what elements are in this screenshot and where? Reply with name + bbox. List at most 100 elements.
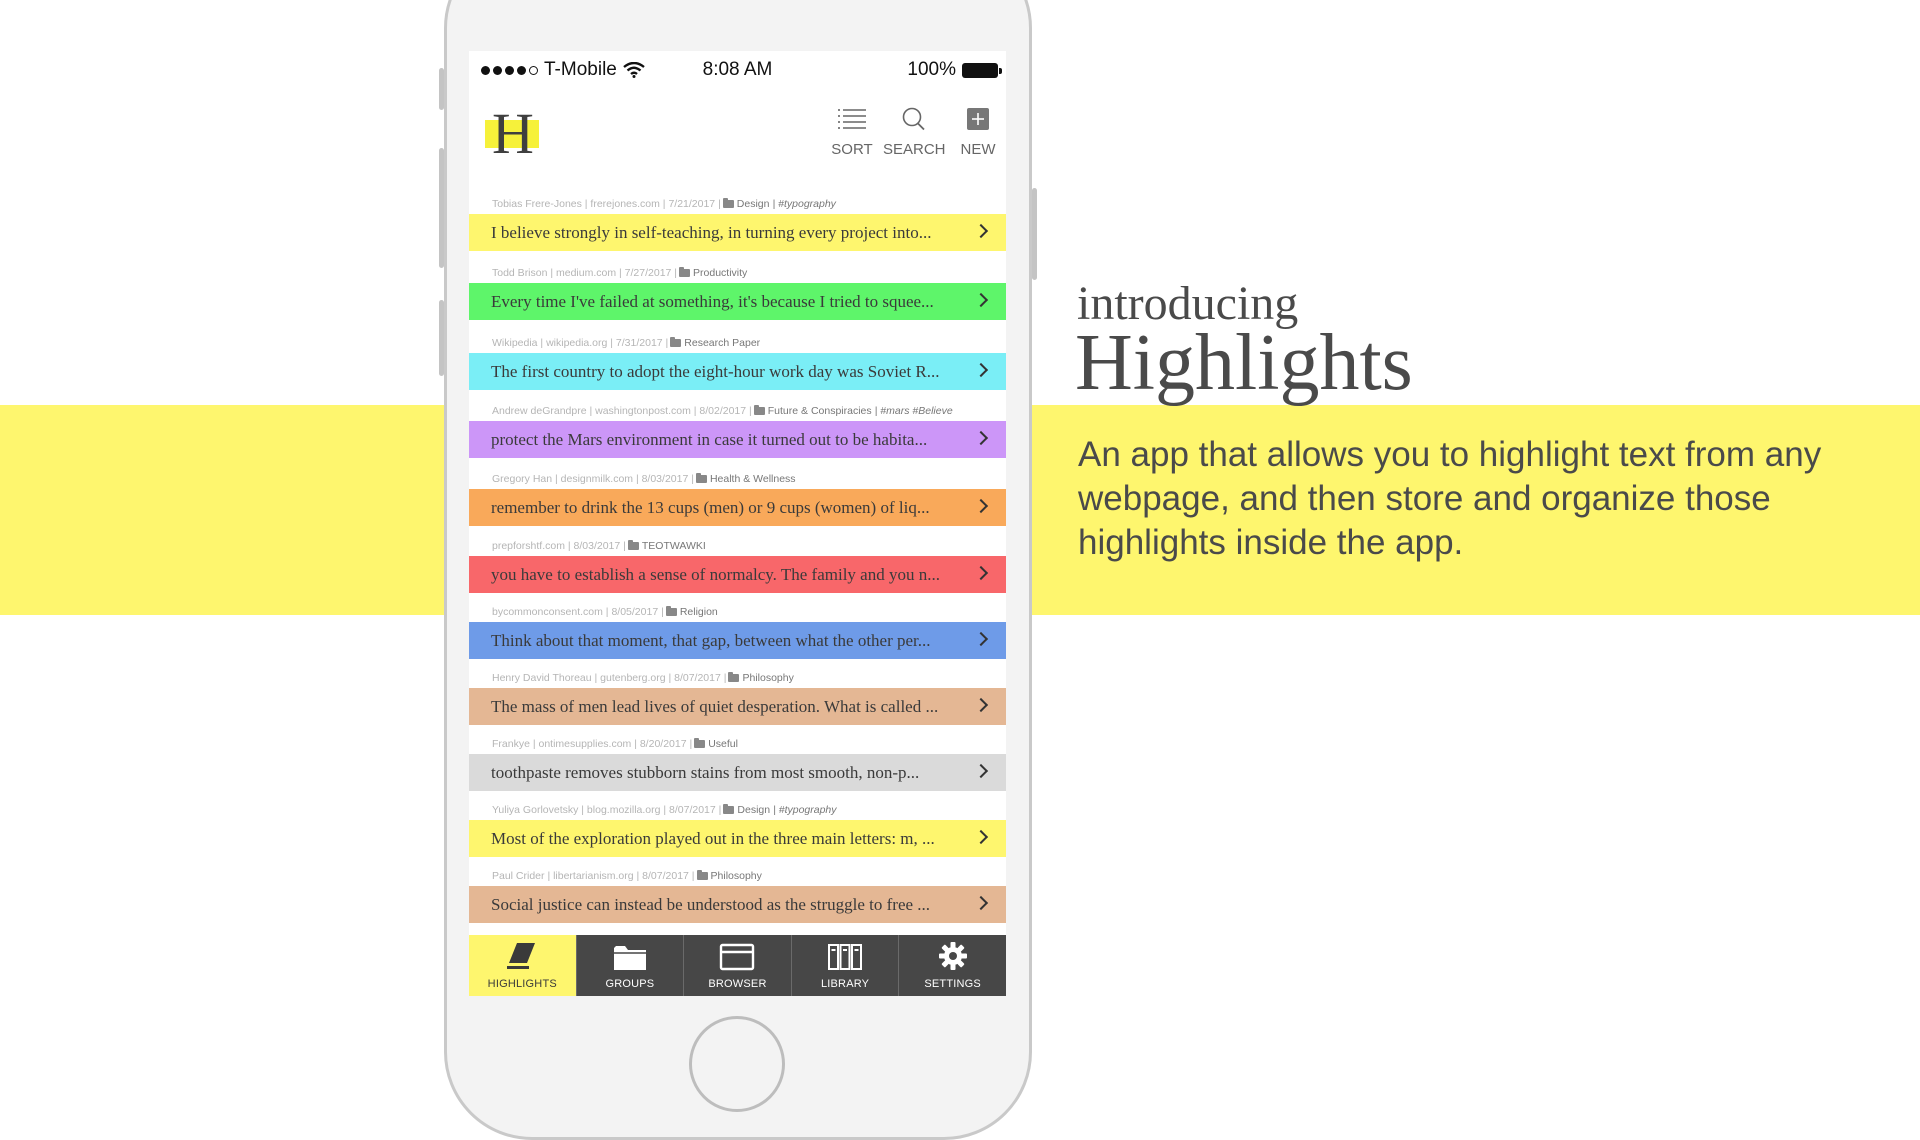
home-button[interactable] bbox=[689, 1016, 785, 1112]
folder-icon bbox=[695, 473, 707, 483]
highlight-group: Productivity bbox=[693, 267, 748, 279]
chevron-right-icon[interactable] bbox=[973, 565, 989, 581]
sort-label: SORT bbox=[831, 141, 873, 158]
logo-letter: H bbox=[492, 101, 534, 166]
highlight-row[interactable]: you have to establish a sense of normalc… bbox=[469, 556, 1006, 593]
headline-title: Highlights bbox=[1075, 319, 1413, 407]
highlight-source: Yuliya Gorlovetsky | blog.mozilla.org | … bbox=[492, 804, 722, 816]
chevron-right-icon[interactable] bbox=[973, 631, 989, 647]
folder-icon bbox=[728, 672, 740, 682]
highlight-text: I believe strongly in self-teaching, in … bbox=[491, 223, 932, 242]
highlight-row[interactable]: remember to drink the 13 cups (men) or 9… bbox=[469, 489, 1006, 526]
highlight-group: Future & Conspiracies bbox=[767, 405, 872, 417]
highlight-text: The first country to adopt the eight-hou… bbox=[491, 362, 940, 381]
chevron-right-icon[interactable] bbox=[973, 895, 989, 911]
folder-icon bbox=[723, 804, 735, 814]
battery-icon bbox=[962, 62, 1002, 78]
highlight-text: Think about that moment, that gap, betwe… bbox=[491, 631, 931, 650]
tab-library[interactable]: LIBRARY bbox=[790, 935, 899, 996]
highlight-group: Useful bbox=[708, 738, 738, 750]
highlight-group: Design bbox=[736, 198, 770, 210]
highlight-row[interactable]: Think about that moment, that gap, betwe… bbox=[469, 622, 1006, 659]
highlight-row[interactable]: protect the Mars environment in case it … bbox=[469, 421, 1006, 458]
highlight-meta: Todd Brison | medium.com | 7/27/2017 | Pr… bbox=[492, 267, 747, 279]
highlight-text: you have to establish a sense of normalc… bbox=[491, 565, 940, 584]
highlight-meta: bycommonconsent.com | 8/05/2017 | Religio… bbox=[492, 606, 718, 618]
highlight-source: Gregory Han | designmilk.com | 8/03/2017… bbox=[492, 473, 694, 485]
status-bar: T-Mobile 8:08 AM 100% bbox=[469, 51, 1006, 87]
tab-groups-label: GROUPS bbox=[605, 978, 655, 990]
folder-icon bbox=[627, 540, 639, 550]
highlight-group: Religion bbox=[679, 606, 718, 618]
tab-library-label: LIBRARY bbox=[820, 978, 870, 990]
tab-groups[interactable]: GROUPS bbox=[575, 935, 684, 996]
app-logo: H bbox=[481, 105, 545, 163]
promo-description: An app that allows you to highlight text… bbox=[1078, 435, 1822, 562]
chevron-right-icon[interactable] bbox=[973, 430, 989, 446]
volume-up-button bbox=[439, 148, 444, 268]
highlight-source: bycommonconsent.com | 8/05/2017 | bbox=[492, 606, 664, 618]
highlight-meta: prepforshtf.com | 8/03/2017 | TEOTWAWKI bbox=[492, 540, 706, 552]
chevron-right-icon[interactable] bbox=[973, 829, 989, 845]
highlight-source: Tobias Frere-Jones | frerejones.com | 7/… bbox=[492, 198, 721, 210]
search-label: SEARCH bbox=[883, 141, 946, 158]
highlight-text: toothpaste removes stubborn stains from … bbox=[491, 763, 920, 782]
tab-highlights[interactable]: HIGHLIGHTS bbox=[469, 935, 576, 996]
chevron-right-icon[interactable] bbox=[973, 223, 989, 239]
tab-settings-label: SETTINGS bbox=[924, 978, 981, 990]
folder-icon bbox=[694, 738, 706, 748]
highlight-group: Research Paper bbox=[684, 337, 761, 349]
highlight-row[interactable]: Every time I've failed at something, it'… bbox=[469, 283, 1006, 320]
highlight-source: prepforshtf.com | 8/03/2017 | bbox=[492, 540, 626, 552]
folder-icon bbox=[679, 267, 691, 277]
tab-highlights-label: HIGHLIGHTS bbox=[487, 978, 557, 990]
chevron-right-icon[interactable] bbox=[973, 697, 989, 713]
highlight-group: Philosophy bbox=[742, 672, 794, 684]
new-button[interactable]: NEW bbox=[957, 107, 999, 158]
highlight-meta: Frankye | ontimesupplies.com | 8/20/2017… bbox=[492, 738, 738, 750]
highlight-text: remember to drink the 13 cups (men) or 9… bbox=[491, 498, 930, 517]
highlight-group: Health & Wellness bbox=[709, 473, 796, 485]
highlight-meta: Yuliya Gorlovetsky | blog.mozilla.org | … bbox=[492, 804, 837, 816]
highlight-source: Paul Crider | libertarianism.org | 8/07/… bbox=[492, 870, 695, 882]
new-label: NEW bbox=[960, 141, 996, 158]
gear-icon bbox=[938, 942, 967, 970]
search-button[interactable]: SEARCH bbox=[883, 107, 946, 158]
highlight-text: Most of the exploration played out in th… bbox=[491, 829, 935, 848]
chevron-right-icon[interactable] bbox=[973, 763, 989, 779]
sort-icon bbox=[838, 109, 866, 129]
highlight-row[interactable]: The first country to adopt the eight-hou… bbox=[469, 353, 1006, 390]
library-books-icon bbox=[828, 944, 863, 970]
chevron-right-icon[interactable] bbox=[973, 362, 989, 378]
highlight-row[interactable]: toothpaste removes stubborn stains from … bbox=[469, 754, 1006, 791]
highlight-source: Todd Brison | medium.com | 7/27/2017 | bbox=[492, 267, 678, 279]
highlight-row[interactable]: Social justice can instead be understood… bbox=[469, 886, 1006, 923]
highlight-tags: | #typography bbox=[772, 198, 836, 210]
folder-icon bbox=[665, 606, 677, 616]
folder-icon bbox=[722, 198, 734, 208]
highlight-row[interactable]: I believe strongly in self-teaching, in … bbox=[469, 214, 1006, 251]
battery-percentage: 100% bbox=[907, 59, 956, 80]
highlight-row[interactable]: Most of the exploration played out in th… bbox=[469, 820, 1006, 857]
highlight-text: Every time I've failed at something, it'… bbox=[491, 292, 934, 311]
tab-settings[interactable]: SETTINGS bbox=[898, 935, 1006, 996]
highlight-tags: | #typography bbox=[773, 804, 837, 816]
mute-switch bbox=[439, 68, 444, 110]
folder-icon bbox=[696, 870, 708, 880]
folder-icon bbox=[613, 946, 646, 970]
highlight-group: Design bbox=[737, 804, 771, 816]
sort-button[interactable]: SORT bbox=[829, 107, 875, 158]
folder-icon bbox=[753, 405, 765, 415]
highlight-text: protect the Mars environment in case it … bbox=[491, 430, 928, 449]
highlight-source: Wikipedia | wikipedia.org | 7/31/2017 | bbox=[492, 337, 669, 349]
highlight-meta: Andrew deGrandpre | washingtonpost.com |… bbox=[492, 405, 953, 417]
highlight-row[interactable]: The mass of men lead lives of quiet desp… bbox=[469, 688, 1006, 725]
chevron-right-icon[interactable] bbox=[973, 292, 989, 308]
highlight-meta: Tobias Frere-Jones | frerejones.com | 7/… bbox=[492, 198, 836, 210]
highlight-source: Andrew deGrandpre | washingtonpost.com |… bbox=[492, 405, 752, 417]
highlight-tags: | #mars #Believe bbox=[874, 405, 953, 417]
app-screen: T-Mobile 8:08 AM 100% H SORT SEARCH NEW … bbox=[469, 51, 1006, 996]
tab-browser[interactable]: BROWSER bbox=[683, 935, 791, 996]
highlight-meta: Henry David Thoreau | gutenberg.org | 8/… bbox=[492, 672, 794, 684]
chevron-right-icon[interactable] bbox=[973, 498, 989, 514]
